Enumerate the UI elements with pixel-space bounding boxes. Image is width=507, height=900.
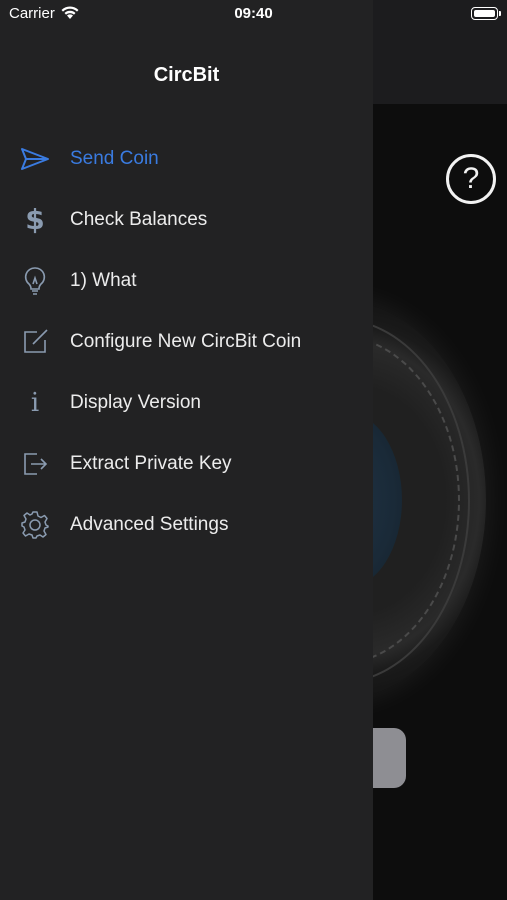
menu-label: Send Coin <box>70 147 159 169</box>
lightbulb-icon <box>19 265 51 297</box>
side-drawer: CircBit Send Coin $ Check Balances 1) Wh… <box>0 0 373 900</box>
menu-label: Configure New CircBit Coin <box>70 330 302 352</box>
menu-label: 1) What <box>70 269 137 291</box>
menu-item-display-version[interactable]: i Display Version <box>0 372 373 433</box>
gear-icon <box>19 509 51 541</box>
menu-item-advanced-settings[interactable]: Advanced Settings <box>0 494 373 555</box>
menu-item-configure-coin[interactable]: Configure New CircBit Coin <box>0 311 373 372</box>
drawer-title: CircBit <box>153 64 220 86</box>
battery-tip <box>499 11 501 16</box>
status-bar: Carrier 09:40 <box>0 0 507 28</box>
export-icon <box>19 448 51 480</box>
menu-item-extract-private-key[interactable]: Extract Private Key <box>0 433 373 494</box>
menu-item-what[interactable]: 1) What <box>0 250 373 311</box>
status-time: 09:40 <box>234 5 273 22</box>
menu-item-check-balances[interactable]: $ Check Balances <box>0 189 373 250</box>
send-icon <box>19 143 51 175</box>
dollar-icon: $ <box>25 203 45 236</box>
menu-label: Extract Private Key <box>70 452 232 474</box>
battery-icon <box>471 7 498 20</box>
drawer-menu: Send Coin $ Check Balances 1) What Confi… <box>0 128 373 555</box>
help-icon: ? <box>462 162 480 195</box>
menu-label: Advanced Settings <box>70 513 229 535</box>
edit-icon <box>19 326 51 358</box>
menu-label: Display Version <box>70 391 201 413</box>
menu-label: Check Balances <box>70 208 208 230</box>
help-button[interactable]: ? <box>446 154 496 204</box>
info-icon: i <box>30 387 40 418</box>
menu-item-send-coin[interactable]: Send Coin <box>0 128 373 189</box>
